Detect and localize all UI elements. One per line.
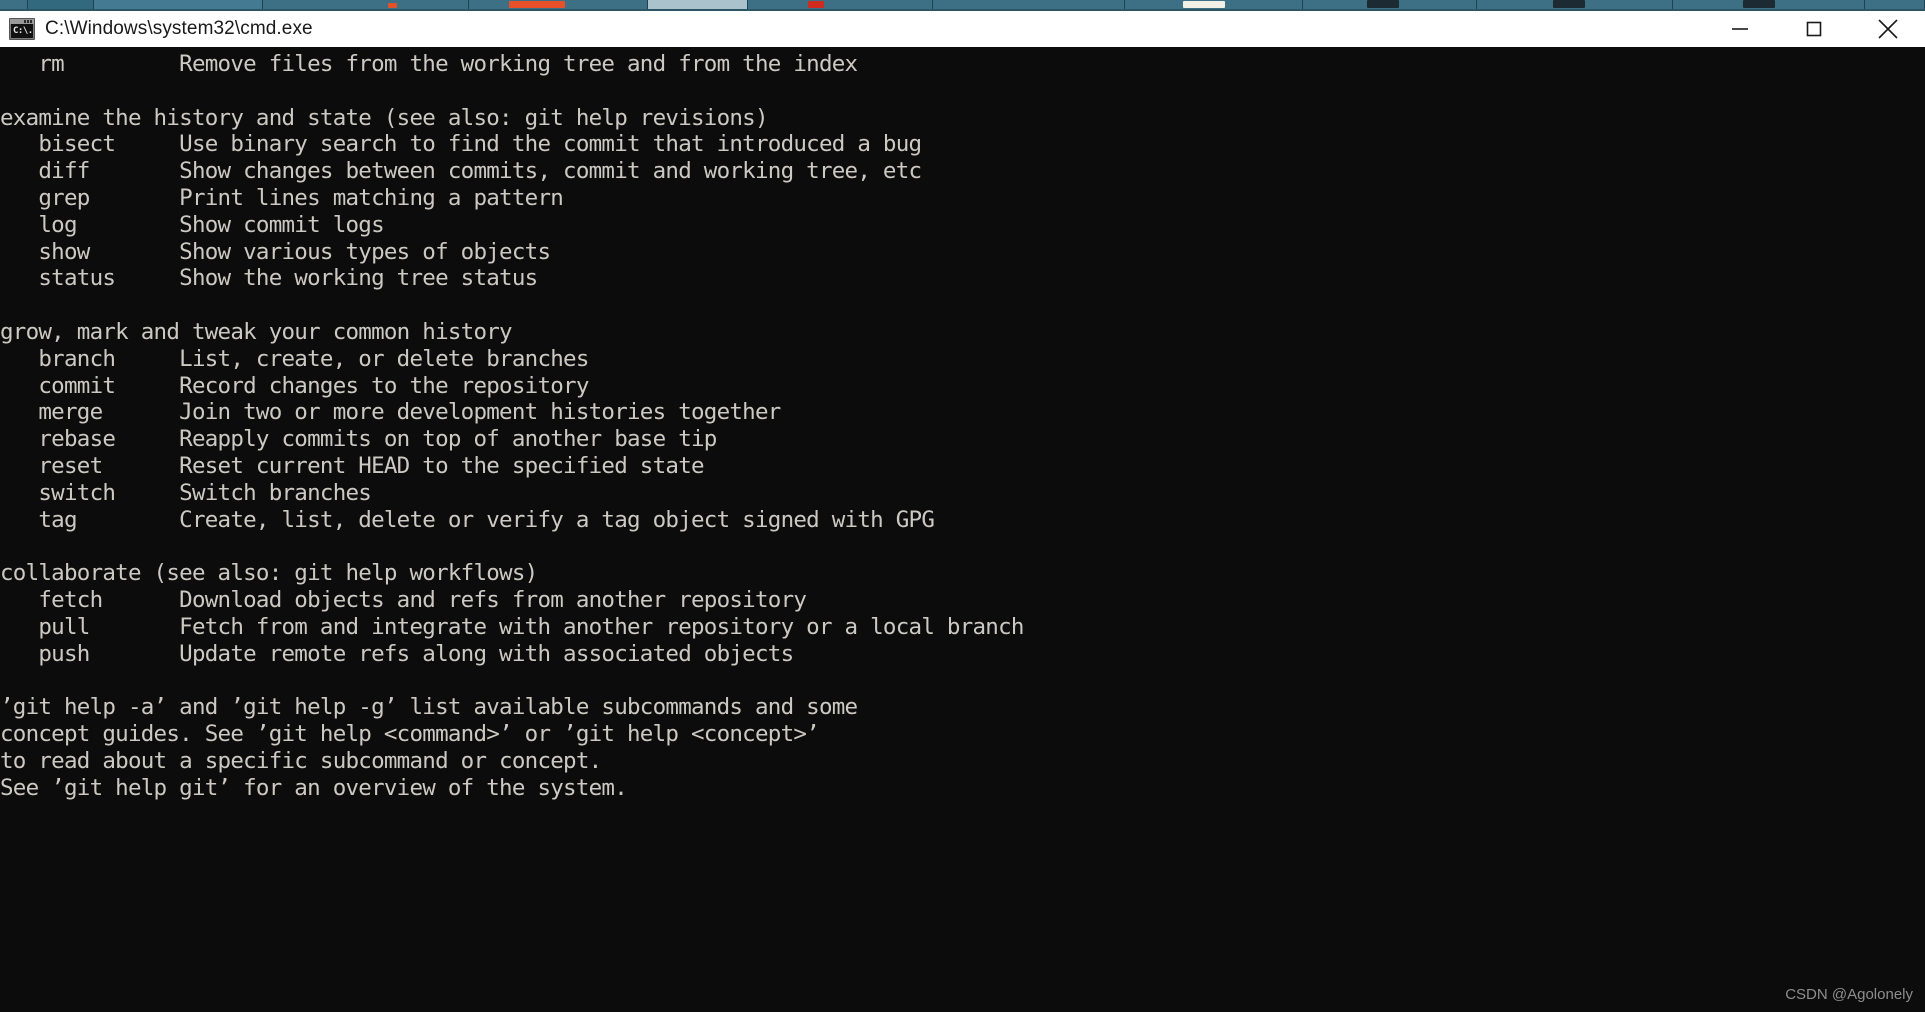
cmd-icon: C:\. bbox=[9, 18, 35, 40]
cmd-window: C:\. C:\Windows\system32\cmd.exe rm Remo… bbox=[0, 11, 1925, 1012]
cmd-icon-prompt: C:\. bbox=[11, 24, 33, 38]
taskbar-item-11-favicon bbox=[1743, 0, 1775, 8]
window-controls bbox=[1703, 11, 1925, 47]
minimize-button[interactable] bbox=[1703, 11, 1777, 47]
console-text: rm Remove files from the working tree an… bbox=[0, 51, 1024, 801]
watermark: CSDN @Agolonely bbox=[1785, 986, 1913, 1003]
cmd-icon-dots bbox=[24, 20, 32, 23]
minimize-icon bbox=[1732, 28, 1748, 30]
close-button[interactable] bbox=[1851, 11, 1925, 47]
taskbar-item-4-favicon bbox=[509, 1, 565, 8]
taskbar-strip[interactable] bbox=[0, 0, 1925, 11]
taskbar-item-6-favicon bbox=[808, 1, 824, 8]
taskbar-item-10-favicon bbox=[1553, 0, 1585, 8]
maximize-button[interactable] bbox=[1777, 11, 1851, 47]
maximize-icon bbox=[1806, 21, 1822, 37]
close-icon bbox=[1878, 19, 1898, 39]
taskbar-item-9-favicon bbox=[1367, 0, 1399, 8]
window-title: C:\Windows\system32\cmd.exe bbox=[45, 18, 313, 39]
title-bar[interactable]: C:\. C:\Windows\system32\cmd.exe bbox=[0, 11, 1925, 47]
taskbar-item-8-favicon bbox=[1183, 1, 1225, 8]
console-output-area[interactable]: rm Remove files from the working tree an… bbox=[0, 47, 1925, 1012]
taskbar-item-3-favicon bbox=[388, 3, 397, 8]
